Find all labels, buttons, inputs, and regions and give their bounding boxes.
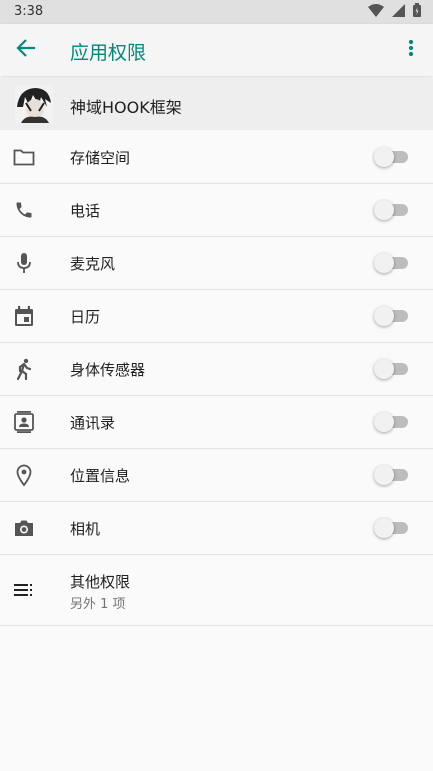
arrow-back-icon [16, 39, 36, 61]
permission-item-contacts[interactable]: 通讯录 [0, 396, 433, 449]
permission-item-camera[interactable]: 相机 [0, 502, 433, 555]
camera-icon [12, 516, 36, 540]
battery-icon [413, 3, 421, 21]
permission-toggle[interactable] [374, 359, 408, 379]
permission-toggle[interactable] [374, 465, 408, 485]
permission-label: 位置信息 [70, 467, 131, 485]
more-vert-icon [408, 39, 414, 61]
permission-toggle[interactable] [374, 306, 408, 326]
status-time: 3:38 [14, 4, 44, 19]
wifi-icon [368, 3, 384, 21]
permission-toggle[interactable] [374, 518, 408, 538]
permission-item-calendar[interactable]: 日历 [0, 290, 433, 343]
permission-label: 麦克风 [70, 255, 116, 273]
permission-item-microphone[interactable]: 麦克风 [0, 237, 433, 290]
calendar-icon [12, 304, 36, 328]
page-title: 应用权限 [70, 42, 147, 64]
walking-person-icon [12, 357, 36, 381]
microphone-icon [12, 251, 36, 275]
signal-icon [392, 3, 405, 21]
folder-icon [12, 145, 36, 169]
app-avatar-icon [15, 85, 53, 123]
other-permissions-item[interactable]: 其他权限 另外 1 项 [0, 555, 433, 626]
app-bar: 应用权限 [0, 24, 433, 76]
permission-list: 存储空间 电话 麦克风 日历 身体传感器 通讯录 位置信息 相机 其他权限 另外… [0, 131, 433, 626]
list-icon [12, 578, 36, 602]
location-pin-icon [12, 463, 36, 487]
status-icons [368, 3, 421, 21]
status-bar: 3:38 [0, 0, 433, 24]
permission-toggle[interactable] [374, 200, 408, 220]
more-options-button[interactable] [399, 36, 423, 64]
permission-label: 日历 [70, 308, 101, 326]
permission-item-storage[interactable]: 存储空间 [0, 131, 433, 184]
contacts-icon [12, 410, 36, 434]
permission-label: 相机 [70, 520, 101, 538]
permission-toggle[interactable] [374, 412, 408, 432]
permission-toggle[interactable] [374, 147, 408, 167]
other-permissions-label: 其他权限 [70, 573, 131, 591]
permission-toggle[interactable] [374, 253, 408, 273]
permission-item-location[interactable]: 位置信息 [0, 449, 433, 502]
permission-item-body-sensors[interactable]: 身体传感器 [0, 343, 433, 396]
phone-icon [12, 198, 36, 222]
permission-item-phone[interactable]: 电话 [0, 184, 433, 237]
back-button[interactable] [10, 36, 42, 64]
permission-label: 身体传感器 [70, 361, 146, 379]
permission-label: 通讯录 [70, 414, 116, 432]
other-permissions-count: 另外 1 项 [70, 597, 126, 612]
app-header: 神域HOOK框架 [0, 78, 433, 130]
permission-label: 电话 [70, 202, 101, 220]
app-name: 神域HOOK框架 [70, 98, 182, 117]
permission-label: 存储空间 [70, 149, 131, 167]
